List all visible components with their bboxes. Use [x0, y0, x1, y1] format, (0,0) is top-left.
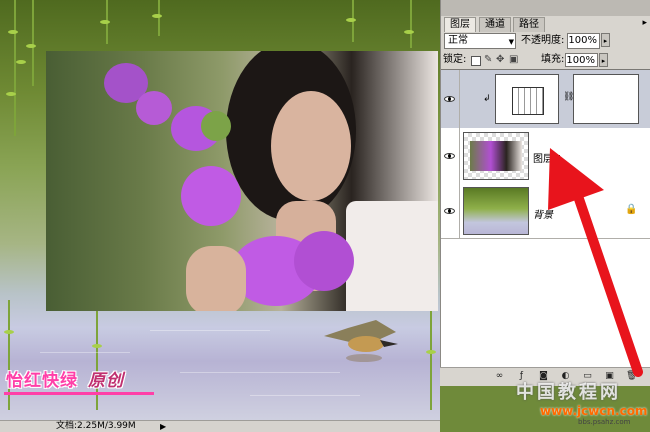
flower [136, 91, 172, 125]
document-canvas[interactable]: 怡红快绿 原创 [0, 0, 440, 420]
tab-channels[interactable]: 通道 [479, 17, 511, 32]
opacity-slider-arrow-icon[interactable]: ▸ [601, 33, 610, 47]
willow-branch [32, 0, 34, 86]
lock-icon: 🔒 [625, 204, 638, 215]
curves-icon [512, 87, 544, 115]
lock-label: 锁定: [443, 54, 467, 65]
fill-input[interactable]: 100% [565, 53, 598, 67]
willow-leaf [152, 14, 162, 18]
willow-branch [14, 0, 16, 136]
layers-panel: 图层 通道 路径 ▸ 正常 ▼ 不透明度: 100% ▸ 锁定: ✎ ✥ ▣ 填… [440, 0, 650, 385]
lock-transparent-icon[interactable] [471, 56, 481, 66]
water-ripple [40, 352, 130, 353]
layer-row-image[interactable]: 图层 1 [441, 128, 650, 185]
caption-main: 怡红快绿 [6, 371, 78, 391]
opacity-label: 不透明度: [521, 35, 565, 46]
status-bar: 文档:2.25M/3.99M ▶ [0, 420, 440, 432]
flower [294, 231, 354, 291]
layer-mask-thumbnail[interactable] [573, 74, 639, 124]
blend-mode-value: 正常 [448, 35, 468, 46]
document-size-info: 文档:2.25M/3.99M [56, 421, 136, 431]
willow-leaf [16, 60, 26, 64]
watermark-bbs: bbs.psahz.com [578, 418, 631, 426]
willow-leaf [426, 350, 436, 354]
caption-text: 怡红快绿 原创 [6, 366, 124, 391]
hand [186, 246, 246, 311]
face [271, 91, 351, 201]
willow-leaf [26, 44, 36, 48]
willow-leaf [6, 92, 16, 96]
willow-branch [158, 0, 160, 36]
bird-reflection [346, 354, 382, 362]
willow-leaf [346, 18, 356, 22]
status-menu-arrow-icon[interactable]: ▶ [160, 422, 166, 431]
watermark: 中国教程网 www.jcwcn.com bbs.psahz.com [510, 378, 650, 426]
visibility-cell[interactable] [441, 70, 460, 128]
willow-leaf [100, 20, 110, 24]
lock-pixels-icon[interactable]: ✎ [484, 53, 492, 67]
white-top [346, 201, 438, 311]
bird-body [348, 336, 384, 352]
flower [181, 166, 241, 226]
tab-layers[interactable]: 图层 [444, 17, 476, 32]
water-ripple [250, 395, 360, 396]
chevron-down-icon: ▼ [508, 38, 514, 46]
willow-leaf [404, 30, 414, 34]
photo-layer-image [46, 51, 438, 311]
willow-leaf [4, 330, 14, 334]
panel-title-strip [441, 0, 650, 16]
leaf [201, 111, 231, 141]
eye-icon[interactable] [444, 208, 455, 214]
eye-icon[interactable] [444, 96, 455, 102]
willow-branch [430, 310, 432, 410]
layer-name[interactable]: 背景 [533, 206, 553, 221]
caption-original: 原创 [88, 371, 124, 391]
visibility-cell[interactable] [441, 128, 460, 184]
willow-leaf [92, 344, 102, 348]
lock-all-icon[interactable]: ▣ [509, 53, 518, 67]
panel-menu-icon[interactable]: ▸ [642, 18, 647, 28]
water-ripple [150, 330, 270, 331]
layer-row-adjustment[interactable]: ↲ ⛓ [441, 70, 650, 129]
layer-row-background[interactable]: 背景 🔒 [441, 184, 650, 239]
adjustment-thumbnail[interactable] [495, 74, 559, 124]
clip-arrow-icon: ↲ [483, 94, 491, 104]
bird-image [324, 320, 398, 362]
caption-underline [4, 392, 154, 395]
link-icon[interactable]: ∞ [494, 371, 505, 382]
fill-label: 填充: [541, 54, 565, 65]
watermark-url: www.jcwcn.com [540, 404, 648, 418]
willow-branch [96, 310, 98, 410]
blend-mode-select[interactable]: 正常 ▼ [444, 33, 516, 49]
image-thumbnail[interactable] [463, 132, 529, 180]
layer-list: ↲ ⛓ 图层 1 背景 🔒 [441, 69, 650, 370]
opacity-input[interactable]: 100% [567, 33, 600, 49]
layer-name[interactable]: 图层 1 [533, 150, 563, 165]
background-thumbnail[interactable] [463, 187, 529, 235]
eye-icon[interactable] [444, 153, 455, 159]
willow-branch [410, 0, 412, 48]
tab-paths[interactable]: 路径 [513, 17, 545, 32]
water-ripple [180, 372, 340, 373]
visibility-cell[interactable] [441, 184, 460, 238]
watermark-title: 中国教程网 [516, 382, 621, 403]
photo-thumbnail [470, 141, 522, 171]
fill-slider-arrow-icon[interactable]: ▸ [599, 53, 608, 67]
lock-position-icon[interactable]: ✥ [496, 53, 504, 67]
willow-leaf [8, 30, 18, 34]
